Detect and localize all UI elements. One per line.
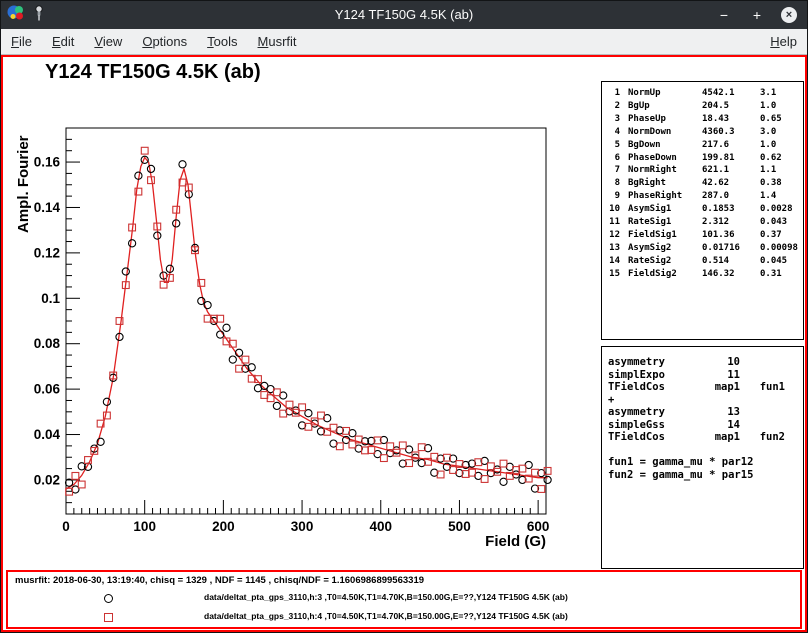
param-row: 6PhaseDown199.810.62 [604,152,803,165]
menu-item-help[interactable]: Help [760,29,807,54]
y-tick-label: 0.12 [34,245,60,260]
param-row: 3PhaseUp18.430.65 [604,113,803,126]
data-point-circle [223,324,230,331]
data-point-circle [273,402,280,409]
theory-line [608,444,797,457]
theory-line: fun1 = gamma_mu * par12 [608,456,797,469]
legend-box[interactable]: musrfit: 2018-06-30, 13:19:40, chisq = 1… [6,570,802,629]
data-point-circle [147,165,154,172]
data-point-circle [229,356,236,363]
param-row: 5BgDown217.61.0 [604,139,803,152]
menu-item-view[interactable]: View [84,29,132,54]
x-axis-title: Field (G) [485,533,546,550]
y-tick-label: 0.08 [34,336,61,351]
param-row: 4NormDown4360.33.0 [604,126,803,139]
data-point-square [141,147,148,154]
data-point-circle [103,398,110,405]
theory-line: asymmetry13 [608,406,797,419]
param-row: 9PhaseRight287.01.4 [604,190,803,203]
app-icon[interactable] [7,4,25,27]
y-tick-label: 0.06 [34,382,61,397]
y-axis-title: Ampl. Fourier [15,135,32,233]
data-point-square [381,455,388,462]
x-tick-label: 300 [291,519,314,534]
window-controls: − + × [715,1,797,29]
param-row: 8BgRight42.620.38 [604,177,803,190]
x-tick-label: 400 [369,519,392,534]
x-tick-label: 600 [527,519,550,534]
param-row: 12FieldSig1101.360.37 [604,229,803,242]
maximize-button[interactable]: + [748,6,766,24]
theory-box[interactable]: asymmetry10simplExpo11TFieldCosmap1fun1+… [601,346,804,569]
pin-icon[interactable] [32,4,46,27]
y-tick-label: 0.1 [41,291,60,306]
x-tick-label: 100 [133,519,156,534]
param-row: 1NormUp4542.13.1 [604,87,803,100]
param-row: 15FieldSig2146.320.31 [604,268,803,281]
param-row: 7NormRight621.11.1 [604,164,803,177]
menubar: FileEditViewOptionsToolsMusrfit Help [1,29,807,55]
data-point-square [78,481,85,488]
menu-item-file[interactable]: File [1,29,42,54]
data-point-square [387,443,394,450]
param-row: 11RateSig12.3120.043 [604,216,803,229]
menu-items: FileEditViewOptionsToolsMusrfit [1,29,307,54]
theory-line: asymmetry10 [608,356,797,369]
param-row: 14RateSig20.5140.045 [604,255,803,268]
x-tick-label: 200 [212,519,235,534]
y-tick-label: 0.02 [34,472,60,487]
data-point-circle [129,240,136,247]
theory-line: fun2 = gamma_mu * par15 [608,469,797,482]
parameter-rows: 1NormUp4542.13.12BgUp204.51.03PhaseUp18.… [604,87,803,281]
window-title: Y124 TF150G 4.5K (ab) [101,1,707,29]
legend-item: data/deltat_pta_gps_3110,h:3 ,T0=4.50K,T… [8,589,800,607]
theory-line: TFieldCosmap1fun1 [608,381,797,394]
y-tick-label: 0.04 [34,427,61,442]
legend-item: data/deltat_pta_gps_3110,h:4 ,T0=4.50K,T… [8,608,800,626]
minimize-button[interactable]: − [715,6,733,24]
parameter-box[interactable]: 1NormUp4542.13.12BgUp204.51.03PhaseUp18.… [601,81,804,340]
fit-curve [66,158,548,490]
titlebar: Y124 TF150G 4.5K (ab) − + × [1,1,807,29]
theory-line: TFieldCosmap1fun2 [608,431,797,444]
param-row: 2BgUp204.51.0 [604,100,803,113]
menu-item-edit[interactable]: Edit [42,29,84,54]
app-window: Y124 TF150G 4.5K (ab) − + × FileEditView… [0,0,808,633]
theory-line: + [608,394,797,407]
fit-status: musrfit: 2018-06-30, 13:19:40, chisq = 1… [15,575,424,586]
data-point-circle [122,268,129,275]
data-point-circle [179,161,186,168]
legend-marker-square [104,613,113,622]
menu-item-tools[interactable]: Tools [197,29,247,54]
legend-marker-circle [104,594,113,603]
x-tick-label: 500 [448,519,471,534]
root-canvas[interactable]: Y124 TF150G 4.5K (ab) 010020030040050060… [1,55,807,632]
fourier-plot[interactable]: 0 100 200 300 400 500 600 0.02 0.04 0.06 0.08 0.1 0.… [3,57,601,569]
menu-items-right: Help [760,29,807,54]
theory-line: simpleGss14 [608,419,797,432]
titlebar-icons [7,1,46,29]
x-tick-label: 0 [62,519,70,534]
theory-line: simplExpo11 [608,369,797,382]
y-tick-label: 0.16 [34,155,61,170]
param-row: 13AsymSig20.017160.00098 [604,242,803,255]
legend-label: data/deltat_pta_gps_3110,h:4 ,T0=4.50K,T… [204,611,568,621]
param-row: 10AsymSig10.18530.0028 [604,203,803,216]
close-button[interactable]: × [781,7,797,23]
data-point-square [72,473,79,480]
data-point-square [399,442,406,449]
menu-item-options[interactable]: Options [132,29,197,54]
y-tick-label: 0.14 [34,200,61,215]
menu-item-musrfit[interactable]: Musrfit [248,29,307,54]
legend-label: data/deltat_pta_gps_3110,h:3 ,T0=4.50K,T… [204,592,568,602]
data-point-square [286,401,293,408]
